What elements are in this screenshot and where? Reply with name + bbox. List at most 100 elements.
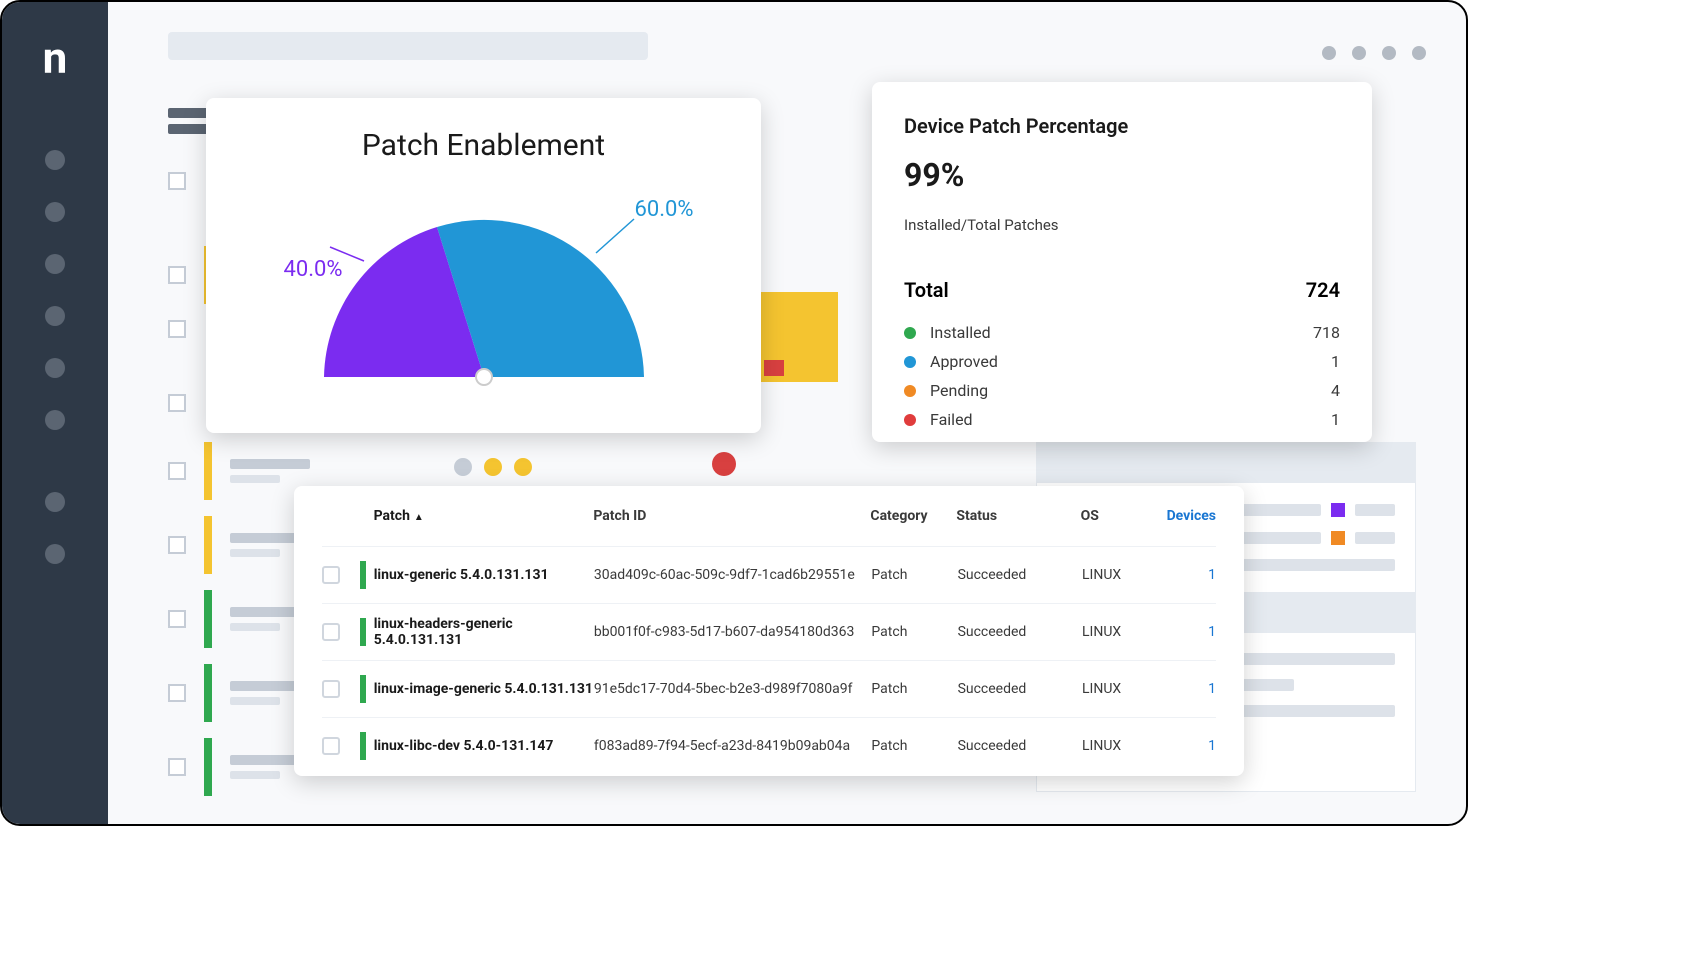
patch-os: LINUX — [1082, 681, 1168, 697]
app-frame: n — [0, 0, 1468, 826]
patch-os: LINUX — [1082, 624, 1168, 640]
col-patch[interactable]: Patch▲ — [374, 508, 594, 524]
title-placeholder — [168, 32, 648, 60]
stat-label: Approved — [930, 352, 998, 371]
patch-os: LINUX — [1082, 738, 1168, 754]
bg-row — [168, 664, 310, 722]
app-logo: n — [43, 32, 68, 84]
gauge-label-right: 60.0% — [634, 197, 693, 222]
stat-value: 1 — [1331, 352, 1340, 371]
bg-red-strip — [764, 360, 784, 376]
stat-label: Pending — [930, 381, 988, 400]
patch-category: Patch — [871, 624, 957, 640]
row-checkbox[interactable] — [322, 623, 340, 641]
total-value: 724 — [1306, 278, 1340, 302]
patch-name: linux-headers-generic 5.4.0.131.131 — [374, 616, 594, 648]
stat-value: 4 — [1331, 381, 1340, 400]
stat-row: Failed 1 — [904, 405, 1340, 434]
device-count-link[interactable]: 1 — [1168, 738, 1216, 754]
patch-id: 91e5dc17-70d4-5bec-b2e3-d989f7080a9f — [594, 681, 872, 697]
table-row[interactable]: linux-libc-dev 5.4.0-131.147 f083ad89-7f… — [322, 717, 1216, 774]
nav-item-7[interactable] — [45, 492, 65, 512]
table-row[interactable]: linux-generic 5.4.0.131.131 30ad409c-60a… — [322, 546, 1216, 603]
bg-row — [168, 590, 310, 648]
col-os[interactable]: OS — [1081, 508, 1167, 524]
bg-row — [168, 516, 310, 574]
status-dot — [904, 385, 916, 397]
stat-row: Approved 1 — [904, 347, 1340, 376]
nav-item-8[interactable] — [45, 544, 65, 564]
sidebar: n — [2, 2, 108, 824]
action-dot-4[interactable] — [1412, 46, 1426, 60]
patch-status: Succeeded — [958, 681, 1082, 697]
status-dot — [904, 414, 916, 426]
patch-category: Patch — [871, 567, 957, 583]
device-patch-percentage-card: Device Patch Percentage 99% Installed/To… — [872, 82, 1372, 442]
patch-enablement-card: Patch Enablement 40.0% 60.0% — [206, 98, 761, 433]
stat-label: Installed — [930, 323, 991, 342]
action-dot-2[interactable] — [1352, 46, 1366, 60]
patch-category: Patch — [871, 738, 957, 754]
status-stripe — [360, 732, 366, 760]
col-patch-id[interactable]: Patch ID — [593, 508, 870, 524]
device-count-link[interactable]: 1 — [1168, 681, 1216, 697]
nav-item-3[interactable] — [45, 254, 65, 274]
patch-status: Succeeded — [958, 624, 1082, 640]
col-devices[interactable]: Devices — [1167, 508, 1216, 524]
action-dot-1[interactable] — [1322, 46, 1336, 60]
patch-name: linux-generic 5.4.0.131.131 — [374, 567, 594, 583]
patch-status: Succeeded — [958, 738, 1082, 754]
header-actions — [1322, 46, 1426, 60]
table-row[interactable]: linux-headers-generic 5.4.0.131.131 bb00… — [322, 603, 1216, 660]
stat-label: Failed — [930, 410, 973, 429]
nav-item-6[interactable] — [45, 410, 65, 430]
bg-row — [168, 394, 186, 412]
patch-name: linux-image-generic 5.4.0.131.131 — [374, 681, 594, 697]
table-header: Patch▲ Patch ID Category Status OS Devic… — [322, 486, 1216, 546]
total-row: Total 724 — [904, 278, 1340, 302]
bg-row — [168, 442, 310, 500]
nav-item-4[interactable] — [45, 306, 65, 326]
status-stripe — [360, 561, 366, 589]
nav-item-5[interactable] — [45, 358, 65, 378]
status-dot — [904, 327, 916, 339]
total-label: Total — [904, 278, 949, 302]
col-status[interactable]: Status — [956, 508, 1080, 524]
bg-dot-row — [454, 458, 532, 476]
nav-item-2[interactable] — [45, 202, 65, 222]
patch-id: bb001f0f-c983-5d17-b607-da954180d363 — [594, 624, 872, 640]
patch-table-card: Patch▲ Patch ID Category Status OS Devic… — [294, 486, 1244, 776]
patch-id: f083ad89-7f94-5ecf-a23d-8419b09ab04a — [594, 738, 872, 754]
card-title: Device Patch Percentage — [904, 114, 1340, 138]
stat-value: 718 — [1313, 323, 1340, 342]
status-stripe — [360, 675, 366, 703]
col-category[interactable]: Category — [870, 508, 956, 524]
bg-red-dot — [712, 452, 736, 476]
sort-asc-icon: ▲ — [414, 512, 424, 523]
bg-row — [168, 172, 186, 190]
device-count-link[interactable]: 1 — [1168, 567, 1216, 583]
gauge-label-left: 40.0% — [284, 257, 343, 282]
stat-row: Pending 4 — [904, 376, 1340, 405]
patch-category: Patch — [871, 681, 957, 697]
progress-subtitle: Installed/Total Patches — [904, 216, 1340, 234]
row-checkbox[interactable] — [322, 680, 340, 698]
status-dot — [904, 356, 916, 368]
patch-id: 30ad409c-60ac-509c-9df7-1cad6b29551e — [594, 567, 872, 583]
stat-row: Installed 718 — [904, 318, 1340, 347]
percentage-value: 99% — [904, 156, 1340, 194]
row-checkbox[interactable] — [322, 566, 340, 584]
device-count-link[interactable]: 1 — [1168, 624, 1216, 640]
patch-name: linux-libc-dev 5.4.0-131.147 — [374, 738, 594, 754]
table-row[interactable]: linux-image-generic 5.4.0.131.131 91e5dc… — [322, 660, 1216, 717]
status-stripe — [360, 618, 366, 646]
card-title: Patch Enablement — [362, 128, 605, 163]
gauge-chart: 40.0% 60.0% — [274, 187, 694, 403]
bg-row — [168, 738, 310, 796]
row-checkbox[interactable] — [322, 737, 340, 755]
nav-item-1[interactable] — [45, 150, 65, 170]
patch-status: Succeeded — [958, 567, 1082, 583]
action-dot-3[interactable] — [1382, 46, 1396, 60]
stat-value: 1 — [1331, 410, 1340, 429]
bg-row — [168, 320, 186, 338]
